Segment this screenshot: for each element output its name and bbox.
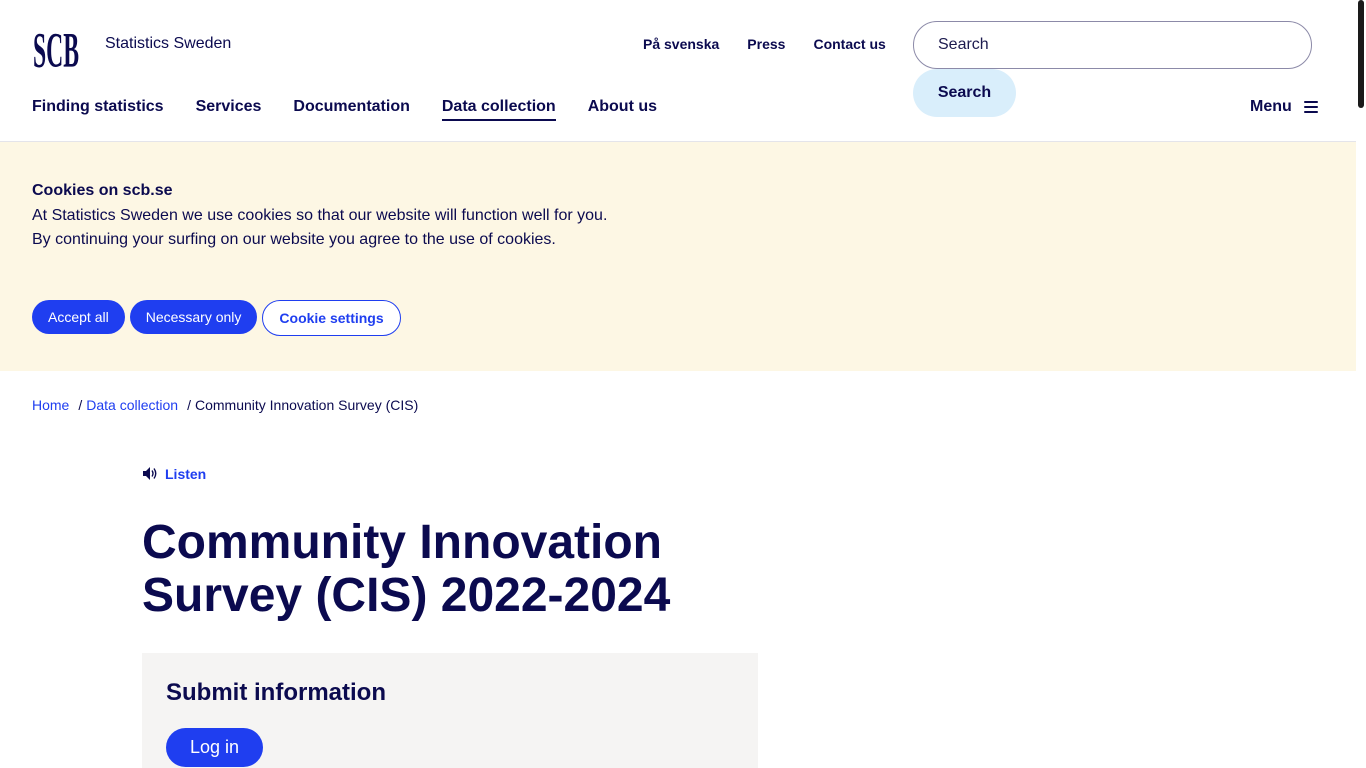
cookie-buttons: Accept all Necessary only Cookie setting… [32,300,401,336]
site-name[interactable]: Statistics Sweden [105,35,231,53]
nav-finding-statistics[interactable]: Finding statistics [32,98,164,121]
breadcrumb-home[interactable]: Home [32,397,69,413]
search-button[interactable]: Search [913,69,1016,117]
login-button[interactable]: Log in [166,728,264,767]
cookie-settings-button[interactable]: Cookie settings [262,300,401,336]
link-contact[interactable]: Contact us [813,36,885,52]
cookie-banner: Cookies on scb.se At Statistics Sweden w… [0,142,1356,371]
menu-button[interactable]: Menu [1250,98,1318,116]
breadcrumb: Home / Data collection / Community Innov… [32,397,418,413]
scb-logo[interactable]: SCB [32,18,80,72]
speaker-icon [143,467,157,480]
cookie-text: At Statistics Sweden we use cookies so t… [32,207,608,248]
listen-label: Listen [165,465,207,482]
page-title: Community Innovation Survey (CIS) 2022-2… [142,516,671,622]
link-press[interactable]: Press [747,36,785,52]
svg-text:SCB: SCB [33,23,79,72]
breadcrumb-data-collection[interactable]: Data collection [86,397,178,413]
listen-button[interactable]: Listen [142,465,206,482]
main-nav: Finding statistics Services Documentatio… [32,98,657,121]
site-header: SCB Statistics Sweden På svenska Press C… [0,0,1356,142]
accept-all-button[interactable]: Accept all [32,300,125,334]
breadcrumb-separator: / [78,397,83,413]
necessary-only-button[interactable]: Necessary only [129,300,258,334]
menu-label: Menu [1250,98,1292,115]
scrollbar-thumb[interactable] [1358,0,1364,108]
breadcrumb-separator: / [187,397,191,413]
submit-title: Submit information [166,679,386,706]
cookie-title: Cookies on scb.se [32,182,173,199]
hamburger-icon [1303,100,1318,114]
nav-about-us[interactable]: About us [588,98,657,121]
nav-data-collection[interactable]: Data collection [441,98,556,121]
link-swedish[interactable]: På svenska [643,36,719,52]
top-links: På svenska Press Contact us [643,36,886,52]
search-input[interactable] [913,21,1312,69]
nav-services[interactable]: Services [196,98,262,121]
submit-information-box: Submit information Log in [142,653,758,768]
nav-documentation[interactable]: Documentation [293,98,409,121]
breadcrumb-current: Community Innovation Survey (CIS) [194,397,419,413]
